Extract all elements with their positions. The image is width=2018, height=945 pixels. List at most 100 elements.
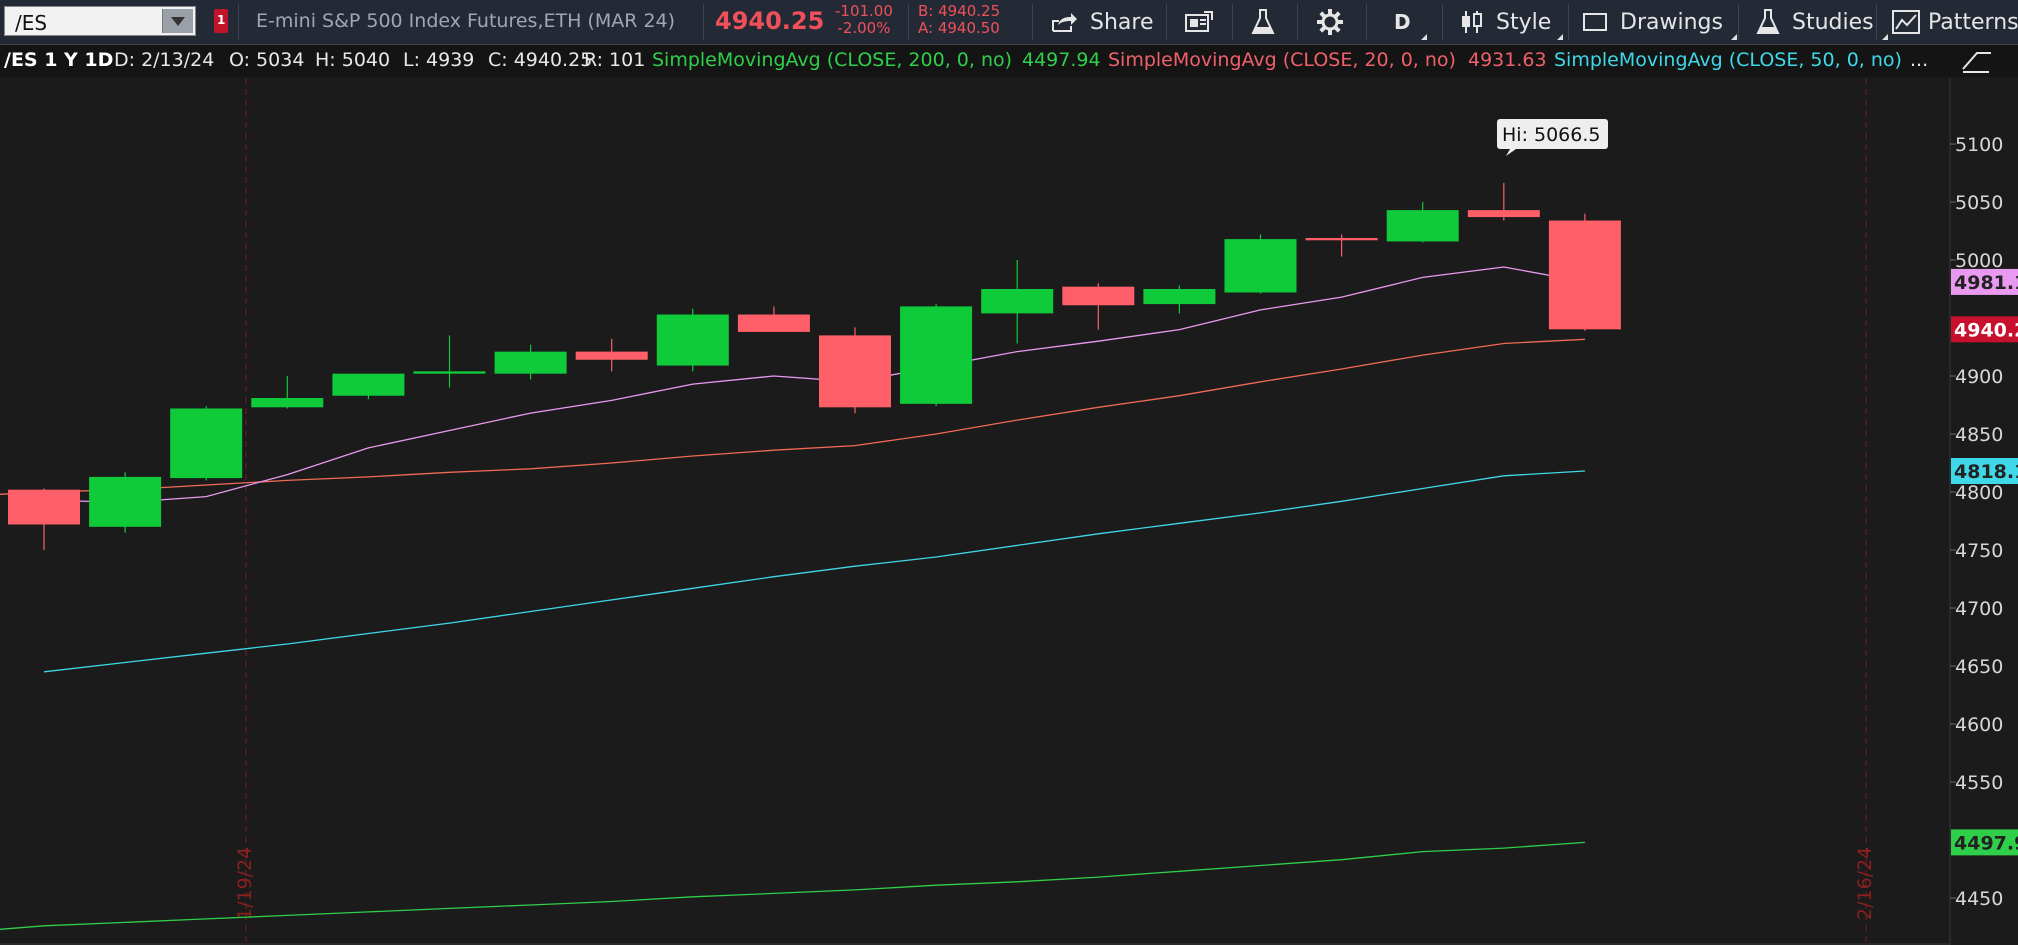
price-tick-label: 4700 [1955, 598, 2003, 620]
price-tick-label: 4600 [1955, 714, 2003, 736]
study-sma200-label[interactable]: SimpleMovingAvg (CLOSE, 200, 0, no) [652, 49, 1012, 71]
bar-high: H: 5040 [315, 49, 391, 71]
style-button[interactable]: Style [1460, 0, 1564, 44]
study-sma20-value: 4931.63 [1468, 49, 1547, 71]
study-sma50-more[interactable]: ... [1910, 49, 1928, 71]
drawings-label: Drawings [1620, 9, 1723, 35]
candle-body [819, 335, 891, 408]
symbol-dropdown-button[interactable] [162, 9, 193, 33]
drawing-tool-button[interactable] [1955, 45, 2018, 77]
price-tick-label: 4800 [1955, 482, 2003, 504]
candle-body [1224, 239, 1297, 293]
studies-label: Studies [1792, 9, 1874, 35]
chart-info-bar: /ES 1 Y 1D D: 2/13/24 O: 5034 H: 5040 L:… [0, 45, 1955, 77]
patterns-label: Patterns [1928, 9, 2018, 35]
separator [238, 4, 239, 40]
candle-body [332, 373, 405, 396]
candlestick-icon [1462, 11, 1482, 33]
bar-date: D: 2/13/24 [114, 49, 215, 71]
chart-screenshot-button[interactable] [1184, 0, 1214, 44]
candle-body [8, 489, 80, 525]
candle-body [1143, 289, 1216, 305]
separator [1738, 4, 1739, 40]
candle-body [737, 314, 810, 332]
study-sma20-label[interactable]: SimpleMovingAvg (CLOSE, 20, 0, no) [1108, 49, 1456, 71]
rectangle-drawing-icon [1583, 13, 1607, 31]
separator [1032, 4, 1033, 40]
separator [1366, 4, 1367, 40]
separator [1232, 4, 1233, 40]
date-marker-label: 1/19/24 [234, 847, 256, 920]
instrument-name: E-mini S&P 500 Index Futures,ETH (MAR 24… [256, 10, 676, 32]
studies-lab-button[interactable] [1250, 0, 1276, 44]
bar-range: R: 101 [584, 49, 646, 71]
price-tick-label: 4900 [1955, 366, 2003, 388]
bar-close: C: 4940.25 [488, 49, 593, 71]
study-sma50-label[interactable]: SimpleMovingAvg (CLOSE, 50, 0, no) [1554, 49, 1902, 71]
camera-chart-icon [1185, 11, 1213, 32]
candle-body [1386, 210, 1459, 242]
separator [1442, 4, 1443, 40]
bid-value: B: 4940.25 [918, 2, 1001, 20]
candle-body [251, 398, 324, 408]
candle-body [494, 351, 567, 374]
separator [908, 4, 909, 40]
candle-body [575, 351, 648, 360]
symbol-text: /ES [15, 11, 48, 35]
patterns-icon [1892, 10, 1920, 34]
trendline-tool-icon [1962, 52, 1991, 73]
candle-body [981, 289, 1054, 314]
gear-icon [1317, 9, 1343, 35]
share-label: Share [1090, 9, 1154, 35]
price-tick-label: 5050 [1955, 192, 2003, 214]
flask-icon [1756, 9, 1780, 34]
price-tick-label: 5000 [1955, 250, 2003, 272]
bid-ask: B: 4940.25 A: 4940.50 [918, 3, 1000, 37]
price-tag-label: 4818.1 [1954, 461, 2018, 483]
candle-body [656, 314, 729, 366]
chart-header: /ES 1 Y 1D [4, 49, 114, 71]
study-sma200-value: 4497.94 [1022, 49, 1101, 71]
candle-body [900, 306, 973, 404]
aggregation-label: D [1394, 10, 1411, 34]
link-group-badge[interactable]: 1 [214, 9, 228, 33]
high-annotation-text: Hi: 5066.5 [1502, 124, 1601, 146]
chart-toolbar: /ES 1 E-mini S&P 500 Index Futures,ETH (… [0, 0, 2018, 45]
price-tag-label: 4940.2 [1954, 319, 2018, 341]
share-button[interactable]: Share [1050, 0, 1154, 44]
symbol-input[interactable]: /ES [4, 6, 196, 36]
patterns-button[interactable]: Patterns [1892, 0, 2018, 44]
separator [1166, 4, 1167, 40]
price-tick-label: 4550 [1955, 772, 2003, 794]
aggregation-period-button[interactable]: D [1394, 0, 1427, 44]
plot-area[interactable] [0, 78, 1950, 945]
net-change: -101.00 -2.00% [835, 3, 893, 37]
separator [1876, 4, 1877, 40]
settings-button[interactable] [1316, 0, 1344, 44]
price-tick-label: 4750 [1955, 540, 2003, 562]
candle-body [1062, 286, 1135, 306]
date-marker-label: 2/16/24 [1854, 847, 1876, 920]
drawings-button[interactable]: Drawings [1582, 0, 1737, 44]
bar-low: L: 4939 [403, 49, 475, 71]
candle-body [1305, 237, 1378, 241]
last-price: 4940.25 [715, 7, 825, 35]
price-tick-label: 4450 [1955, 888, 2003, 910]
candle-body [413, 371, 486, 374]
price-chart[interactable]: 1/19/24 2/16/24 5100505050004900485048004… [0, 78, 2018, 945]
candle-body [1548, 220, 1621, 330]
separator [1297, 4, 1298, 40]
share-icon [1052, 13, 1077, 32]
style-label: Style [1496, 9, 1552, 35]
candle-body [89, 476, 162, 527]
net-change-value: -101.00 [835, 2, 893, 20]
bar-open: O: 5034 [229, 49, 305, 71]
separator [703, 4, 704, 40]
price-tick-label: 4850 [1955, 424, 2003, 446]
candle-body [170, 408, 243, 479]
studies-button[interactable]: Studies [1756, 0, 1888, 44]
separator [1568, 4, 1569, 40]
price-tag-label: 4981.1 [1954, 272, 2018, 294]
price-tick-label: 5100 [1955, 134, 2003, 156]
pct-change-value: -2.00% [837, 19, 891, 37]
